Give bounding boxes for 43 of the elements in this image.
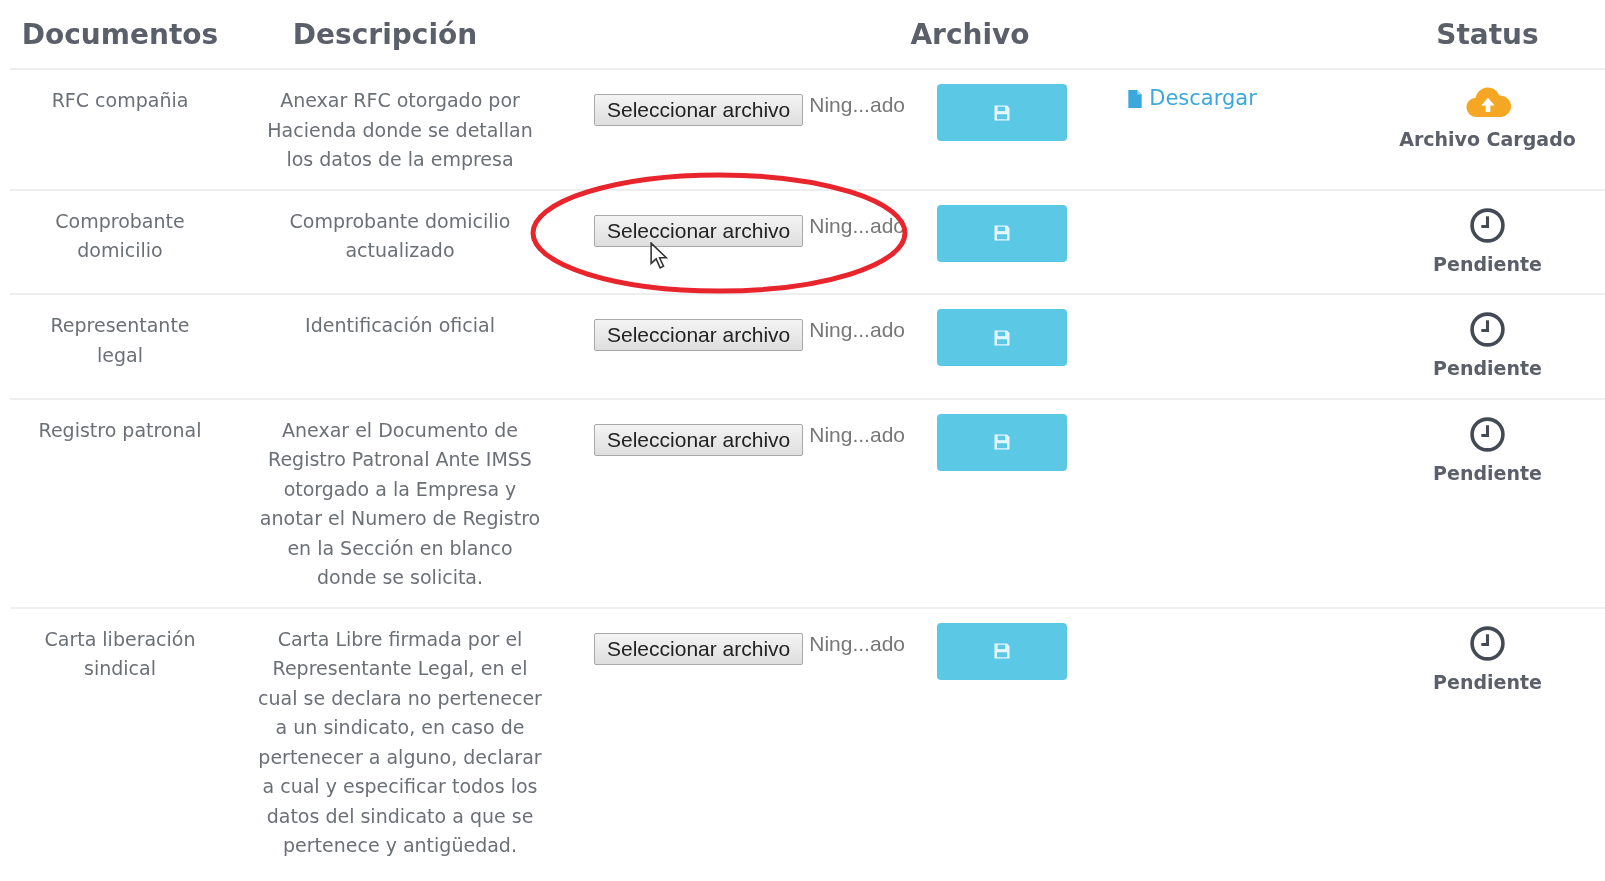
status-label: Pendiente [1433, 669, 1542, 695]
cloud-upload-icon [1464, 86, 1511, 119]
column-header: Status [1435, 17, 1540, 51]
column-header: Documentos [20, 17, 220, 51]
table-cell-text: Comprobante domicilio [54, 208, 186, 263]
save-button[interactable] [937, 204, 1068, 262]
file-name: Ning...ado [809, 317, 906, 343]
floppy-icon [992, 223, 1013, 243]
clock-icon [1469, 415, 1506, 453]
file-select-button[interactable]: Seleccionar archivo [594, 632, 804, 665]
save-button[interactable] [937, 84, 1068, 141]
table-cell-text: Anexar el Documento de Registro Patronal Ante IMSS otorgado a la Empresa y anotar el Numero de Registro en la Sección en blanco donde se solicita. [258, 417, 542, 590]
status-label: Pendiente [1433, 251, 1542, 277]
floppy-icon [992, 641, 1013, 661]
file-select-button[interactable]: Seleccionar archivo [594, 214, 804, 247]
table-cell-text: Representante legal [49, 313, 191, 368]
file-name: Ning...ado [809, 630, 906, 657]
status-label: Archivo Cargado [1399, 127, 1576, 152]
clock-icon [1469, 206, 1506, 244]
file-select-button[interactable]: Seleccionar archivo [594, 319, 804, 351]
pointer-icon [650, 241, 668, 269]
table-cell-text: RFC compañia [50, 88, 190, 113]
table-cell-text: Carta Libre firmada por el Representante Legal, en el cual se declara no pertenecer a un sindicato, en caso de pertenecer a alguno, declarar a cual y especificar todos los datos del sindicato a que se pertenece y antigüedad. [257, 626, 543, 858]
clock-icon [1469, 624, 1506, 662]
save-button[interactable] [937, 309, 1068, 366]
floppy-icon [992, 432, 1013, 452]
table-cell-text: Carta liberación sindical [43, 626, 197, 681]
column-header: Archivo [909, 17, 1031, 51]
clock-icon [1469, 311, 1506, 348]
file-select-button[interactable]: Seleccionar archivo [594, 423, 804, 456]
file-select-button[interactable]: Seleccionar archivo [594, 94, 804, 126]
file-name: Ning...ado [809, 421, 906, 448]
file-name: Ning...ado [809, 92, 906, 118]
status-label: Pendiente [1433, 460, 1542, 486]
file-icon [1127, 88, 1144, 109]
save-button[interactable] [937, 622, 1068, 680]
table-cell-text: Identificación oficial [304, 313, 496, 338]
status-label: Pendiente [1433, 356, 1542, 381]
column-header: Descripción [291, 17, 479, 51]
table-cell-text: Comprobante domicilio actualizado [288, 208, 512, 263]
table-cell-text: Anexar RFC otorgado por Hacienda donde se detallan los datos de la empresa [266, 88, 534, 172]
table-cell-text: Registro patronal [37, 417, 203, 443]
save-button[interactable] [937, 413, 1068, 471]
